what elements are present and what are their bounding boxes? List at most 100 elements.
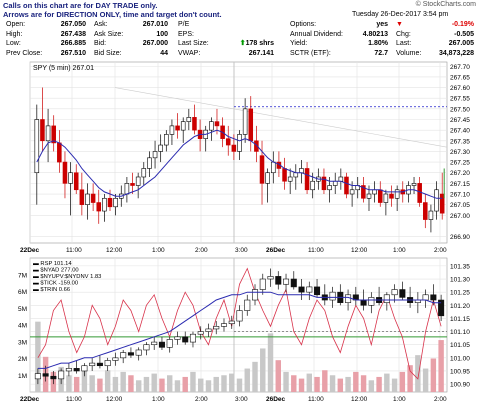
volume-bar (337, 378, 344, 392)
trend-line (114, 87, 448, 148)
quote-table-3: P/E EPS: Last Size: ⬆178 shrs VWAP: 267.14… (176, 20, 276, 58)
label-chg: Chg: (396, 30, 411, 38)
volume-bar (322, 370, 328, 392)
volume-bar (376, 376, 382, 392)
price-candle (186, 117, 192, 122)
rsp-candle (73, 368, 80, 372)
breadth-moving-average (37, 291, 442, 369)
breadth-tick-label: 101.25 (450, 290, 470, 297)
volume-bar (213, 376, 219, 392)
price-candle (383, 193, 389, 203)
quote-table-4: Options: yes Annual Dividend: 4.80213 Yiel… (288, 20, 390, 58)
volume-bar (314, 376, 320, 392)
price-tick-label: 267.60 (450, 85, 470, 92)
breadth-tick-label: 100.95 (450, 368, 470, 375)
price-candle (90, 193, 96, 203)
value-vwap: 267.141 (248, 49, 274, 57)
price-candle (68, 172, 73, 184)
rsp-candle (267, 276, 274, 280)
rsp-candle (120, 352, 127, 359)
quote-table-2: Ask: 267.010 Ask Size: 100 Bid: 267.000 Bid… (92, 20, 170, 58)
volume-bar (89, 375, 95, 392)
price-candle (45, 125, 51, 142)
price-candle (79, 189, 85, 205)
volume-bar (345, 376, 351, 392)
rsp-candle (275, 276, 282, 285)
value-bid-size: 44 (160, 49, 168, 57)
price-x-label: 26Dec (266, 247, 286, 254)
price-tick-label: 267.05 (450, 202, 470, 209)
price-tick-label: 267.65 (450, 74, 470, 81)
price-candle (141, 168, 147, 178)
breadth-x-label: 1:00 (152, 396, 165, 403)
price-tick-label: 267.40 (450, 128, 470, 135)
volume-bar (360, 375, 367, 392)
price-tick-label: 267.35 (450, 138, 470, 145)
price-x-label: 2:00 (434, 247, 447, 254)
volume-bar (283, 371, 289, 392)
volume-bar (384, 373, 390, 392)
value-yield: 1.80% (368, 40, 388, 48)
value-pe (224, 20, 276, 30)
breadth-legend-item: ▬ $TICK -159.00 (33, 281, 78, 287)
volume-tick-label: 4M (18, 323, 27, 330)
price-candle (355, 185, 361, 191)
label-ask-size: Ask Size: (94, 30, 124, 38)
volume-bar (50, 371, 57, 392)
volume-bar (81, 368, 88, 392)
rsp-candle (360, 299, 367, 306)
label-bid: Bid: (94, 40, 107, 48)
price-candle (344, 176, 349, 195)
price-candle (135, 176, 141, 186)
volume-bar (73, 376, 80, 392)
price-candle (254, 140, 259, 152)
rsp-candle (213, 326, 220, 330)
rsp-candle (298, 286, 305, 293)
rsp-candle (391, 289, 398, 296)
volume-bar (275, 360, 281, 392)
label-volume: Volume: (396, 49, 422, 57)
down-triangle-icon: ▼ (396, 21, 403, 28)
price-candle (118, 193, 124, 199)
price-x-label: 12:00 (106, 247, 123, 254)
rsp-candle (104, 360, 111, 367)
price-candle (209, 121, 214, 131)
price-candle (389, 193, 394, 199)
label-vwap: VWAP: (178, 49, 201, 57)
rsp-candle (197, 331, 204, 335)
rsp-candle (407, 297, 414, 303)
volume-bar (368, 380, 375, 392)
price-candle (287, 176, 293, 182)
rsp-candle (314, 286, 321, 296)
breadth-tick-label: 101.00 (450, 355, 470, 362)
volume-bar (182, 376, 188, 392)
volume-bar (422, 368, 429, 392)
breadth-panel-frame (29, 257, 448, 393)
rsp-candle (174, 336, 181, 340)
rsp-candle (81, 365, 88, 372)
label-low: Low: (6, 40, 21, 48)
breadth-legend-item: ▬ RSP 101.14 (33, 261, 72, 267)
price-tick-label: 267.15 (450, 181, 470, 188)
volume-bar (42, 356, 49, 392)
volume-bar (66, 375, 72, 392)
price-candle (428, 210, 434, 220)
rsp-candle (368, 297, 375, 306)
volume-bar (135, 380, 142, 392)
volume-bar (159, 378, 165, 392)
price-candle (203, 129, 208, 139)
price-tick-label: 267.25 (450, 160, 470, 167)
breadth-x-label: 1:00 (393, 396, 406, 403)
stockcharts-logo[interactable]: © StockCharts.com (416, 1, 476, 8)
volume-bar (306, 373, 313, 392)
breadth-tick-label: 101.20 (450, 303, 470, 310)
label-pe: P/E (178, 21, 190, 28)
price-chart-title: SPY (5 min) 267.01 (33, 65, 94, 72)
rsp-candle (158, 341, 165, 348)
price-x-label: 11:00 (66, 247, 82, 254)
value-annual-dividend: 4.80213 (362, 30, 388, 38)
price-candle (40, 119, 45, 142)
value-options: yes (376, 21, 388, 28)
volume-bar (104, 370, 111, 392)
price-candle (124, 183, 130, 195)
